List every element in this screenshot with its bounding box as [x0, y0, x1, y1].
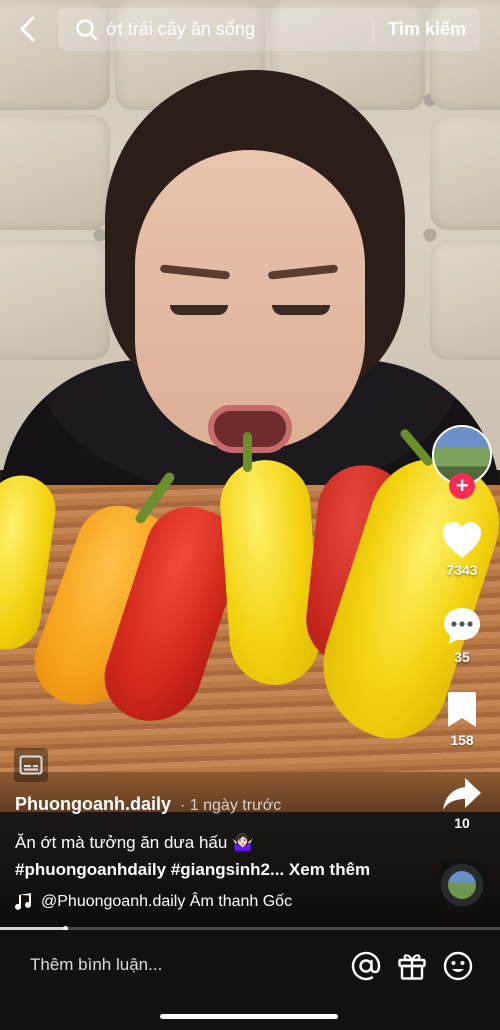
- author-line: Phuongoanh.daily · 1 ngày trước: [15, 794, 281, 815]
- search-icon: [76, 18, 98, 40]
- captions-button[interactable]: [14, 748, 48, 782]
- music-disc[interactable]: [435, 858, 489, 912]
- post-time: · 1 ngày trước: [180, 797, 282, 814]
- heart-icon: [443, 522, 481, 558]
- search-submit-button[interactable]: Tìm kiếm: [374, 19, 480, 40]
- chevron-left-icon: [20, 16, 35, 42]
- save-button[interactable]: 158: [432, 690, 492, 748]
- music-title: @Phuongoanh.daily Âm thanh Gốc: [41, 893, 293, 910]
- comment-bubble-icon: [444, 608, 480, 644]
- at-sign-icon[interactable]: [350, 950, 382, 982]
- see-more-link[interactable]: Xem thêm: [289, 860, 370, 879]
- captions-icon: [19, 755, 43, 775]
- post-caption: Ăn ớt mà tưởng ăn dưa hấu 🤷🏻‍♀️: [15, 833, 254, 852]
- follow-button[interactable]: +: [449, 473, 475, 499]
- like-count: 7343: [446, 562, 478, 578]
- like-button[interactable]: 7343: [432, 520, 492, 578]
- post-hashtags[interactable]: #phuongoanhdaily #giangsinh2...: [15, 860, 284, 879]
- post-hashtags-line: #phuongoanhdaily #giangsinh2... Xem thêm: [15, 860, 370, 880]
- home-indicator: [160, 1014, 338, 1019]
- video-player[interactable]: [0, 0, 500, 930]
- comment-count: 35: [454, 649, 470, 665]
- share-button[interactable]: 10: [432, 775, 492, 831]
- back-button[interactable]: [14, 14, 44, 44]
- comment-bar: Thêm bình luận...: [0, 930, 500, 1030]
- bookmark-icon: [448, 692, 476, 727]
- save-count: 158: [450, 732, 474, 748]
- yellow-pepper: [217, 457, 323, 688]
- comment-input[interactable]: Thêm bình luận...: [30, 955, 162, 975]
- share-arrow-icon: [443, 778, 481, 810]
- music-line[interactable]: @Phuongoanh.daily Âm thanh Gốc: [15, 892, 292, 912]
- gift-icon[interactable]: [396, 950, 428, 982]
- share-count: 10: [454, 815, 470, 831]
- search-bar[interactable]: ớt trái cây ăn sống Tìm kiếm: [58, 8, 480, 51]
- emoji-icon[interactable]: [442, 950, 474, 982]
- search-input[interactable]: ớt trái cây ăn sống: [106, 19, 373, 40]
- author-name[interactable]: Phuongoanh.daily: [15, 794, 171, 814]
- comment-button[interactable]: 35: [432, 605, 492, 665]
- music-note-icon: [15, 893, 32, 910]
